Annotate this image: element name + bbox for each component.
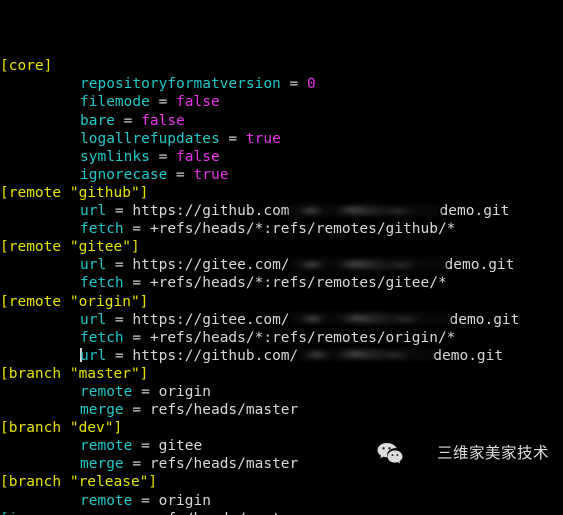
config-key: remote xyxy=(80,438,133,455)
config-value: refs/heads/master xyxy=(149,456,299,473)
equals-sign: = xyxy=(132,438,159,455)
config-value: refs/heads/master xyxy=(150,511,298,515)
config-entry-line: url = https://github.com demo.git xyxy=(0,202,563,220)
config-entry-line: remote = origin xyxy=(0,383,563,401)
redacted-url-segment xyxy=(289,257,445,271)
config-key: url xyxy=(80,257,107,274)
section-name: [branch "release"] xyxy=(0,474,158,491)
config-section-header: [remote "origin"] xyxy=(0,293,563,311)
equals-sign: = xyxy=(123,456,150,473)
redacted-url-segment xyxy=(298,348,434,362)
terminal-screen: [core] repositoryformatversion = 0 filemod… xyxy=(0,0,563,515)
config-value: origin xyxy=(158,492,211,509)
url-prefix: https://github.com xyxy=(132,203,290,220)
equals-sign: = xyxy=(219,130,246,147)
config-key: filemode xyxy=(80,94,150,111)
config-section-header: [remote "github"] xyxy=(0,184,563,202)
wechat-watermark: 三维家美家技术 xyxy=(377,406,549,501)
equals-sign: = xyxy=(106,311,133,328)
config-value: 0 xyxy=(307,76,316,93)
config-value: +refs/heads/*:refs/remotes/origin/* xyxy=(149,329,456,346)
equals-sign: = xyxy=(280,76,307,93)
config-key: ignorecase xyxy=(80,166,168,183)
config-entry-line: merge = refs/heads/master xyxy=(0,510,563,515)
config-value: false xyxy=(176,94,220,111)
equals-sign: = xyxy=(106,347,133,364)
equals-sign: = xyxy=(123,275,150,292)
config-entry-line: fetch = +refs/heads/*:refs/remotes/gitee… xyxy=(0,274,563,292)
config-key: fetch xyxy=(80,275,124,292)
equals-sign: = xyxy=(149,94,177,111)
config-entry-line: fetch = +refs/heads/*:refs/remotes/githu… xyxy=(0,220,563,238)
config-key: remote xyxy=(80,383,133,400)
redacted-url-segment xyxy=(289,203,440,217)
equals-sign: = xyxy=(149,148,177,165)
config-key: url xyxy=(80,203,107,220)
url-suffix: demo.git xyxy=(444,257,515,274)
config-entry-line: logallrefupdates = true xyxy=(0,130,563,148)
url-prefix: https://gitee.com/ xyxy=(132,311,290,328)
equals-sign: = xyxy=(123,221,150,238)
wechat-icon xyxy=(377,406,429,501)
config-section-header: [core] xyxy=(0,57,563,75)
config-entry-line: filemode = false xyxy=(0,93,563,111)
equals-sign: = xyxy=(106,203,133,220)
config-value: gitee xyxy=(158,438,203,455)
config-key: url xyxy=(80,311,107,328)
config-section-header: [branch "master"] xyxy=(0,365,563,383)
section-name: [remote "origin"] xyxy=(0,293,149,310)
config-entry-line: bare = false xyxy=(0,112,563,130)
url-prefix: https://github.com/ xyxy=(132,347,299,364)
config-key: fetch xyxy=(80,221,124,238)
config-value: false xyxy=(141,112,185,129)
config-key: remote xyxy=(80,492,133,509)
equals-sign: = xyxy=(114,112,142,129)
config-entry-line: repositoryformatversion = 0 xyxy=(0,75,563,93)
config-entry-line: ignorecase = true xyxy=(0,166,563,184)
config-entry-line: url = https://github.com/demo.git xyxy=(0,347,563,365)
equals-sign: = xyxy=(124,511,150,515)
config-entry-line: url = https://gitee.com/demo.git xyxy=(0,311,563,329)
config-entry-line: fetch = +refs/heads/*:refs/remotes/origi… xyxy=(0,329,563,347)
config-entry-line: url = https://gitee.com/demo.git xyxy=(0,256,563,274)
equals-sign: = xyxy=(167,166,194,183)
equals-sign: = xyxy=(123,329,150,346)
url-suffix: demo.git xyxy=(439,203,510,220)
url-suffix: demo.git xyxy=(449,311,520,328)
section-name: [remote "gitee"] xyxy=(0,239,140,256)
redacted-url-segment xyxy=(289,312,450,326)
config-value: refs/heads/master xyxy=(149,402,299,419)
config-key: merge xyxy=(80,402,124,419)
equals-sign: = xyxy=(132,383,159,400)
equals-sign: = xyxy=(106,257,133,274)
config-value: true xyxy=(193,166,229,183)
section-name: [branch "dev"] xyxy=(0,420,123,437)
config-key: logallrefupdates xyxy=(80,130,220,147)
config-section-header: [remote "gitee"] xyxy=(0,238,563,256)
config-value: origin xyxy=(158,383,211,400)
config-value: +refs/heads/*:refs/remotes/gitee/* xyxy=(149,275,447,292)
clipped-bottom-line: [i xyxy=(0,510,17,515)
config-key: url xyxy=(80,347,107,364)
config-key: fetch xyxy=(80,329,124,346)
watermark-text: 三维家美家技术 xyxy=(436,444,549,463)
url-prefix: https://gitee.com/ xyxy=(132,257,290,274)
config-key: merge xyxy=(80,456,124,473)
url-suffix: demo.git xyxy=(433,347,504,364)
config-entry-line: symlinks = false xyxy=(0,148,563,166)
config-key: merge xyxy=(80,511,124,515)
config-key: bare xyxy=(80,112,115,129)
equals-sign: = xyxy=(123,402,150,419)
config-key: symlinks xyxy=(80,148,150,165)
section-name: [core] xyxy=(0,58,53,75)
equals-sign: = xyxy=(132,492,159,509)
config-value: +refs/heads/*:refs/remotes/github/* xyxy=(149,221,456,238)
config-value: false xyxy=(176,148,220,165)
config-value: true xyxy=(245,130,281,147)
config-key: repositoryformatversion xyxy=(80,76,281,93)
section-name: [branch "master"] xyxy=(0,365,149,382)
section-name: [remote "github"] xyxy=(0,184,149,201)
